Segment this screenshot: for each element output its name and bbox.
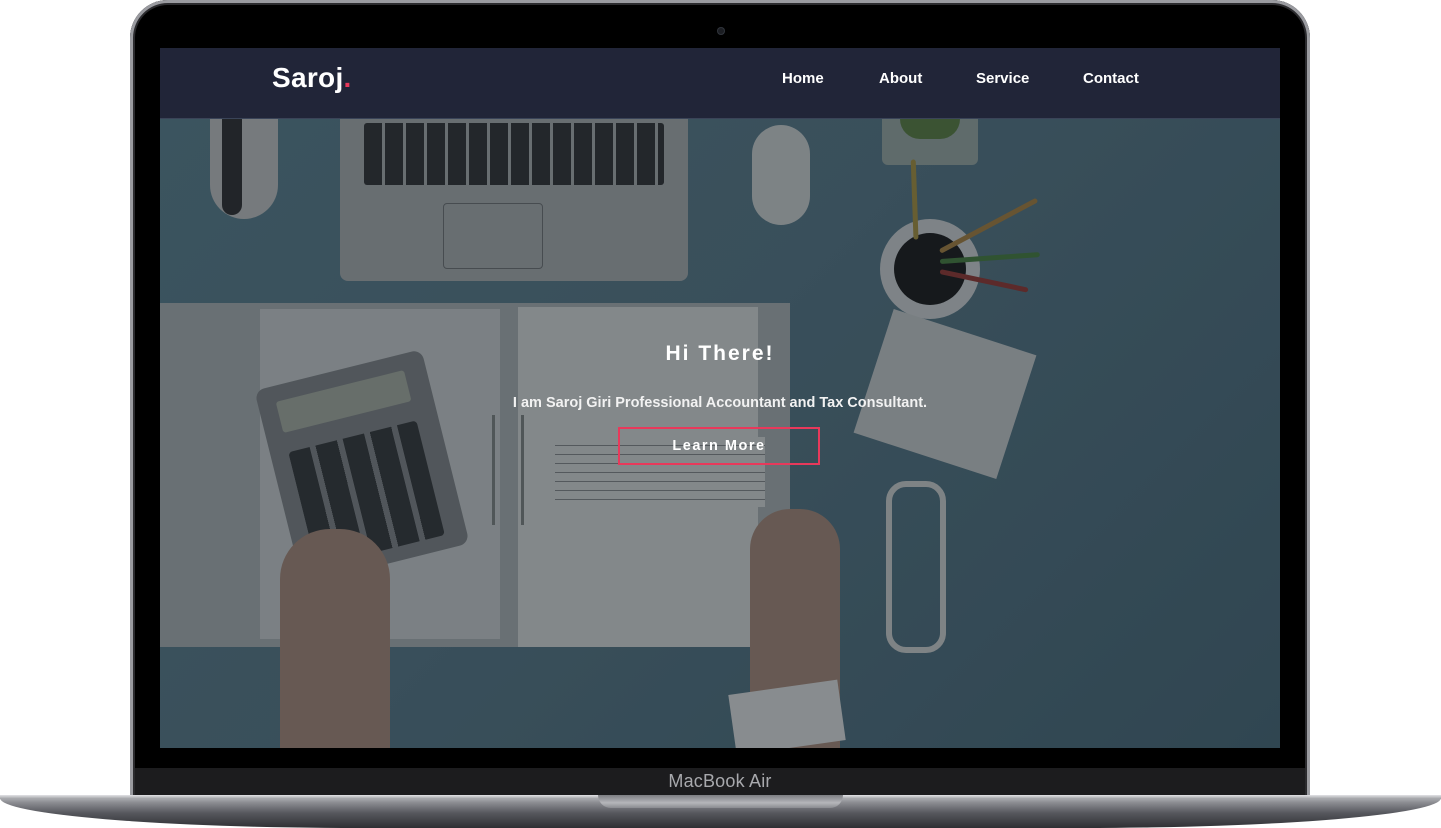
learn-more-button[interactable]: Learn More xyxy=(618,427,820,465)
navbar: Saroj. Home About Service Contact xyxy=(160,48,1280,119)
laptop-notch xyxy=(598,795,843,808)
webcam-icon xyxy=(717,27,725,35)
nav-contact-link[interactable]: Contact xyxy=(1083,70,1139,87)
site-logo-dot: . xyxy=(343,62,352,93)
nav-service-link[interactable]: Service xyxy=(976,70,1029,87)
site-logo-text: Saroj xyxy=(272,62,344,93)
nav-about-link[interactable]: About xyxy=(879,70,922,87)
nav-home-link[interactable]: Home xyxy=(782,70,824,87)
hero-title: Hi There! xyxy=(665,342,775,365)
hero-subtitle: I am Saroj Giri Professional Accountant … xyxy=(512,395,928,411)
hero-section: Hi There! I am Saroj Giri Professional A… xyxy=(160,119,1280,748)
site-logo[interactable]: Saroj. xyxy=(272,62,352,94)
website-screen: Hi There! I am Saroj Giri Professional A… xyxy=(160,48,1280,748)
device-label: MacBook Air xyxy=(668,771,772,791)
